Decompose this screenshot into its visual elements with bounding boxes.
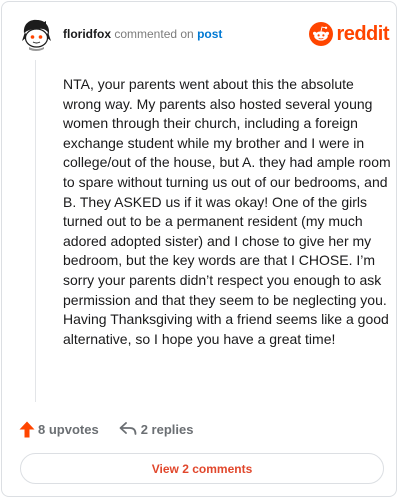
reply-count: 2 replies (140, 421, 194, 437)
byline-action-text: commented on (114, 27, 194, 41)
comment-actions: 8 upvotes 2 replies (19, 418, 193, 440)
post-link[interactable]: post (197, 27, 222, 41)
comment-card: floridfox commented on post reddit NTA, … (1, 1, 397, 497)
reply-arrow-icon (119, 422, 137, 435)
comment-body: NTA, your parents went about this the ab… (63, 76, 391, 347)
upvote-button[interactable]: 8 upvotes (19, 421, 99, 438)
replies-button[interactable]: 2 replies (119, 421, 194, 437)
upvote-arrow-icon (19, 421, 35, 437)
view-comments-button[interactable]: View 2 comments (20, 453, 384, 484)
reddit-logo-icon (309, 22, 334, 46)
snoo-avatar-icon[interactable] (19, 17, 53, 51)
comment-byline: floridfox commented on post (63, 27, 222, 41)
thread-line (35, 60, 36, 402)
comment-header: floridfox commented on post reddit (19, 17, 389, 53)
upvote-count: 8 upvotes (38, 421, 99, 437)
reddit-wordmark: reddit (336, 22, 389, 45)
comment-author[interactable]: floridfox (63, 27, 111, 41)
reddit-brand[interactable]: reddit (309, 21, 389, 47)
